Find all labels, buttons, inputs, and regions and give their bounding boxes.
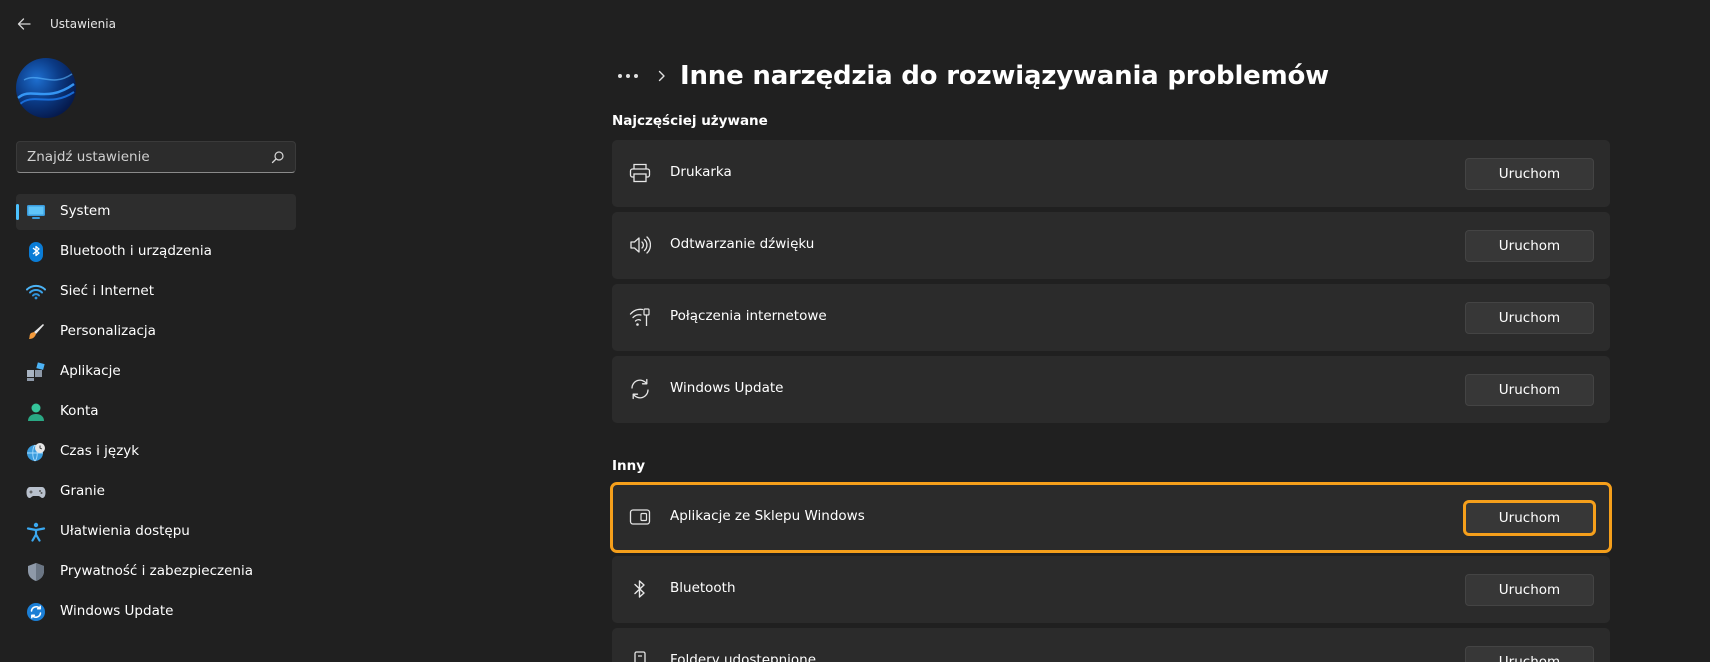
sidebar-item-label: Granie [60, 483, 105, 499]
avatar[interactable] [16, 58, 76, 118]
troubleshooter-audio: Odtwarzanie dźwięku Uruchom [612, 212, 1610, 279]
troubleshooter-internet: Połączenia internetowe Uruchom [612, 284, 1610, 351]
speaker-icon [628, 233, 652, 257]
sidebar-item-label: Konta [60, 403, 99, 419]
sidebar-item-apps[interactable]: Aplikacje [16, 354, 296, 390]
run-shared-folders-button[interactable]: Uruchom [1465, 646, 1594, 662]
update-icon [26, 602, 46, 622]
sidebar-item-accessibility[interactable]: Ułatwienia dostępu [16, 514, 296, 550]
breadcrumb: Inne narzędzia do rozwiązywania problemó… [612, 56, 1329, 96]
person-icon [26, 402, 46, 422]
sidebar-item-label: Aplikacje [60, 363, 121, 379]
run-internet-button[interactable]: Uruchom [1465, 302, 1594, 334]
sidebar-item-label: Personalizacja [60, 323, 156, 339]
back-arrow-icon [17, 18, 31, 30]
sidebar-item-bluetooth[interactable]: Bluetooth i urządzenia [16, 234, 296, 270]
page-title: Inne narzędzia do rozwiązywania problemó… [680, 61, 1329, 91]
sidebar-item-personalization[interactable]: Personalizacja [16, 314, 296, 350]
apps-icon [26, 362, 46, 382]
printer-icon [628, 161, 652, 185]
search-input[interactable]: Znajdź ustawienie [27, 149, 150, 165]
troubleshooter-label: Aplikacje ze Sklepu Windows [670, 508, 865, 524]
sidebar-item-label: Prywatność i zabezpieczenia [60, 563, 253, 579]
search-box[interactable]: Znajdź ustawienie [16, 141, 296, 173]
troubleshooter-windows-update: Windows Update Uruchom [612, 356, 1610, 423]
search-icon[interactable] [271, 150, 285, 168]
app-title: Ustawienia [50, 17, 116, 31]
sidebar-item-label: Sieć i Internet [60, 283, 154, 299]
title-bar: Ustawienia [0, 0, 1710, 48]
sidebar-item-network[interactable]: Sieć i Internet [16, 274, 296, 310]
brush-icon [26, 322, 46, 342]
troubleshooter-printer: Drukarka Uruchom [612, 140, 1610, 207]
run-printer-button[interactable]: Uruchom [1465, 158, 1594, 190]
sidebar-item-privacy[interactable]: Prywatność i zabezpieczenia [16, 554, 296, 590]
troubleshooter-label: Windows Update [670, 380, 784, 396]
troubleshooter-bluetooth: Bluetooth Uruchom [612, 556, 1610, 623]
troubleshooter-store-apps: Aplikacje ze Sklepu Windows Uruchom [610, 482, 1612, 553]
store-app-icon [628, 505, 652, 529]
section-title-other: Inny [612, 458, 646, 474]
sidebar-nav: System Bluetooth i urządzenia Sieć i Int… [16, 194, 296, 634]
sidebar-item-windows-update[interactable]: Windows Update [16, 594, 296, 630]
accessibility-icon [26, 522, 46, 542]
network-icon [628, 305, 652, 329]
bluetooth-icon [628, 577, 652, 601]
troubleshooter-label: Foldery udostępnione [670, 652, 817, 662]
sync-icon [628, 377, 652, 401]
sidebar-item-label: Windows Update [60, 603, 174, 619]
sidebar-item-label: System [60, 203, 111, 219]
run-audio-button[interactable]: Uruchom [1465, 230, 1594, 262]
more-breadcrumb-button[interactable] [612, 60, 644, 92]
back-button[interactable] [12, 12, 36, 36]
gamepad-icon [26, 482, 46, 502]
sidebar-item-gaming[interactable]: Granie [16, 474, 296, 510]
wifi-icon [26, 282, 46, 302]
run-store-apps-button[interactable]: Uruchom [1463, 500, 1596, 536]
avatar-wallpaper-image [17, 73, 75, 105]
ellipsis-icon [618, 74, 638, 78]
shared-folder-icon [628, 649, 652, 662]
troubleshooter-shared-folders: Foldery udostępnione Uruchom [612, 628, 1610, 662]
troubleshooter-label: Bluetooth [670, 580, 736, 596]
sidebar-item-label: Ułatwienia dostępu [60, 523, 190, 539]
shield-icon [26, 562, 46, 582]
run-bluetooth-button[interactable]: Uruchom [1465, 574, 1594, 606]
section-title-frequent: Najczęściej używane [612, 113, 768, 129]
bluetooth-icon [26, 242, 46, 262]
troubleshooter-label: Drukarka [670, 164, 732, 180]
sidebar-item-accounts[interactable]: Konta [16, 394, 296, 430]
troubleshooter-label: Odtwarzanie dźwięku [670, 236, 815, 252]
sidebar-item-label: Bluetooth i urządzenia [60, 243, 212, 259]
sidebar-item-label: Czas i język [60, 443, 140, 459]
troubleshooter-label: Połączenia internetowe [670, 308, 827, 324]
monitor-icon [26, 202, 46, 222]
sidebar-item-time-language[interactable]: Czas i język [16, 434, 296, 470]
chevron-right-icon [658, 70, 666, 82]
sidebar-item-system[interactable]: System [16, 194, 296, 230]
run-windows-update-button[interactable]: Uruchom [1465, 374, 1594, 406]
globe-clock-icon [26, 442, 46, 462]
